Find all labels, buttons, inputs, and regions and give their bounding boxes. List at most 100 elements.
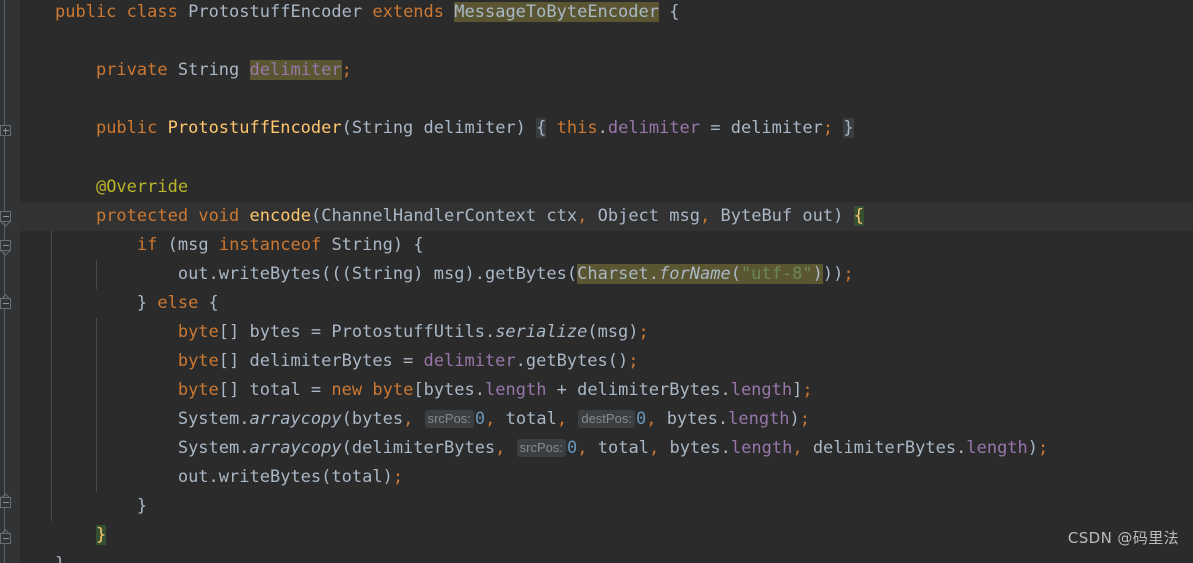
code-line-11: } else { — [55, 293, 219, 313]
token-prop-length-5: length — [966, 438, 1028, 458]
token-call-forname: forName — [659, 264, 731, 284]
token-type-system-1: System — [177, 409, 240, 429]
token-call-getbytes-2: getBytes — [525, 351, 608, 371]
code-editor[interactable]: public class ProtostuffEncoder extends M… — [0, 0, 1193, 563]
token-arg-delimiterbytes-2: delimiterBytes — [812, 438, 957, 458]
token-field-ref-delimiter: delimiter — [607, 118, 700, 138]
token-string-utf8: "utf-8" — [740, 264, 813, 284]
param-hint-srcpos-2: srcPos: — [516, 439, 567, 457]
charset-forname-highlight: Charset.forName("utf-8") — [577, 264, 823, 284]
token-param-ctx: ctx — [546, 206, 578, 226]
code-line-13: byte[] delimiterBytes = delimiter.getByt… — [177, 351, 639, 371]
token-param-out: out — [802, 206, 834, 226]
token-prop-length-1: length — [485, 380, 547, 400]
token-arg-total-3: total — [331, 467, 383, 487]
token-keyword-else: else — [157, 293, 199, 313]
token-arg-bytes-3: bytes — [669, 438, 721, 458]
fold-marker-collapse-class-end[interactable] — [0, 533, 11, 544]
token-var-out-2: out — [177, 467, 209, 487]
fold-marker-expand-constructor[interactable] — [0, 125, 11, 136]
token-keyword-public-ctor: public — [95, 118, 158, 138]
token-keyword-new: new — [331, 380, 363, 400]
token-type-system-2: System — [177, 438, 240, 458]
token-type-protostuffutils: ProtostuffUtils — [331, 322, 485, 342]
token-type-string: String — [177, 60, 240, 80]
token-method-encode: encode — [249, 206, 311, 226]
token-keyword-instanceof: instanceof — [218, 235, 322, 255]
gutter-spine — [4, 0, 5, 563]
param-hint-destpos: destPos: — [578, 410, 635, 428]
token-keyword-public: public — [55, 2, 117, 22]
token-keyword-private: private — [95, 60, 168, 80]
token-brace-match-open: { — [853, 206, 864, 226]
token-keyword-void: void — [198, 206, 240, 226]
fold-marker-collapse-if[interactable] — [0, 240, 11, 251]
code-line-15: System.arraycopy(bytes, srcPos: 0, total,… — [177, 409, 811, 429]
token-number-zero-2: 0 — [635, 409, 647, 429]
token-arg-total-1: total — [505, 409, 557, 429]
token-number-zero-3: 0 — [567, 438, 578, 458]
token-cast-string: String — [351, 264, 414, 284]
token-var-bytes-decl: bytes — [249, 322, 301, 342]
token-var-bytes-len: bytes — [423, 380, 475, 400]
code-line-8: protected void encode(ChannelHandlerCont… — [95, 206, 864, 226]
token-field-delimiter-use: delimiter — [423, 351, 516, 371]
token-arg-bytes-2: bytes — [666, 409, 718, 429]
token-keyword-byte-3: byte — [177, 380, 219, 400]
token-number-zero-1: 0 — [474, 409, 486, 429]
editor-gutter[interactable] — [0, 0, 20, 563]
code-line-7: @Override — [0, 173, 1193, 202]
token-arg-bytes: bytes — [351, 409, 404, 429]
code-line-20: } — [0, 550, 1193, 563]
token-type-bytebuf: ByteBuf — [720, 206, 793, 226]
fold-tail-if — [0, 251, 11, 258]
token-keyword-extends: extends — [372, 2, 445, 22]
code-line-18: } — [55, 496, 148, 516]
code-line-19: } — [0, 521, 1193, 550]
code-line-9: if (msg instanceof String) { — [136, 235, 424, 255]
token-brace-match-close: } — [95, 525, 107, 545]
fold-marker-collapse-method[interactable] — [0, 211, 11, 222]
token-prop-length-2: length — [730, 380, 793, 400]
token-keyword-protected: protected — [95, 206, 189, 226]
token-type-object: Object — [597, 206, 660, 226]
code-content[interactable]: public class ProtostuffEncoder extends M… — [0, 0, 1193, 563]
fold-marker-collapse-method-end[interactable] — [0, 497, 11, 508]
code-line-5: public ProtostuffEncoder(String delimite… — [95, 118, 854, 138]
token-annotation-override: @Override — [95, 177, 189, 197]
fold-up-class-end — [0, 526, 11, 533]
token-param-msg: msg — [669, 206, 700, 226]
token-arg-delimiterbytes: delimiterBytes — [351, 438, 496, 458]
token-constructor-name: ProtostuffEncoder — [167, 118, 342, 138]
token-arg-total-2: total — [597, 438, 649, 458]
token-prop-length-4: length — [730, 438, 793, 458]
token-call-arraycopy-1: arraycopy — [249, 409, 342, 429]
fold-marker-collapse-else[interactable] — [0, 298, 11, 309]
token-type-string-check: String — [331, 235, 393, 255]
csdn-watermark: CSDN @码里法 — [1067, 528, 1179, 547]
code-line-16: System.arraycopy(delimiterBytes, srcPos:… — [177, 438, 1049, 458]
token-var-out: out — [177, 264, 209, 284]
token-call-serialize: serialize — [495, 322, 588, 342]
fold-up-else-end — [0, 291, 11, 298]
token-keyword-class: class — [126, 2, 178, 22]
code-line-14: byte[] total = new byte[bytes.length + d… — [177, 380, 813, 400]
code-line-10: out.writeBytes(((String) msg).getBytes(C… — [177, 264, 854, 284]
token-type-channelhandlercontext: ChannelHandlerContext — [321, 206, 537, 226]
token-class-name: ProtostuffEncoder — [188, 2, 363, 22]
fold-up-method-end — [0, 490, 11, 497]
token-call-arraycopy-2: arraycopy — [249, 438, 342, 458]
token-type-charset: Charset — [577, 264, 649, 284]
token-call-writebytes-2: writeBytes — [218, 467, 322, 487]
token-keyword-byte-2: byte — [177, 351, 219, 371]
code-line-12: byte[] bytes = ProtostuffUtils.serialize… — [177, 322, 649, 342]
token-field-delimiter: delimiter — [249, 60, 342, 80]
token-keyword-byte-1: byte — [177, 322, 219, 342]
token-arg-msg: msg — [597, 322, 629, 342]
token-var-msg-cast: msg — [433, 264, 465, 284]
fold-tail-method — [0, 222, 11, 229]
token-prop-length-3: length — [728, 409, 790, 429]
token-var-delimiterbytes-len: delimiterBytes — [577, 380, 721, 400]
code-line-3: private String delimiter; — [95, 60, 352, 80]
code-line-17: out.writeBytes(total); — [177, 467, 404, 487]
